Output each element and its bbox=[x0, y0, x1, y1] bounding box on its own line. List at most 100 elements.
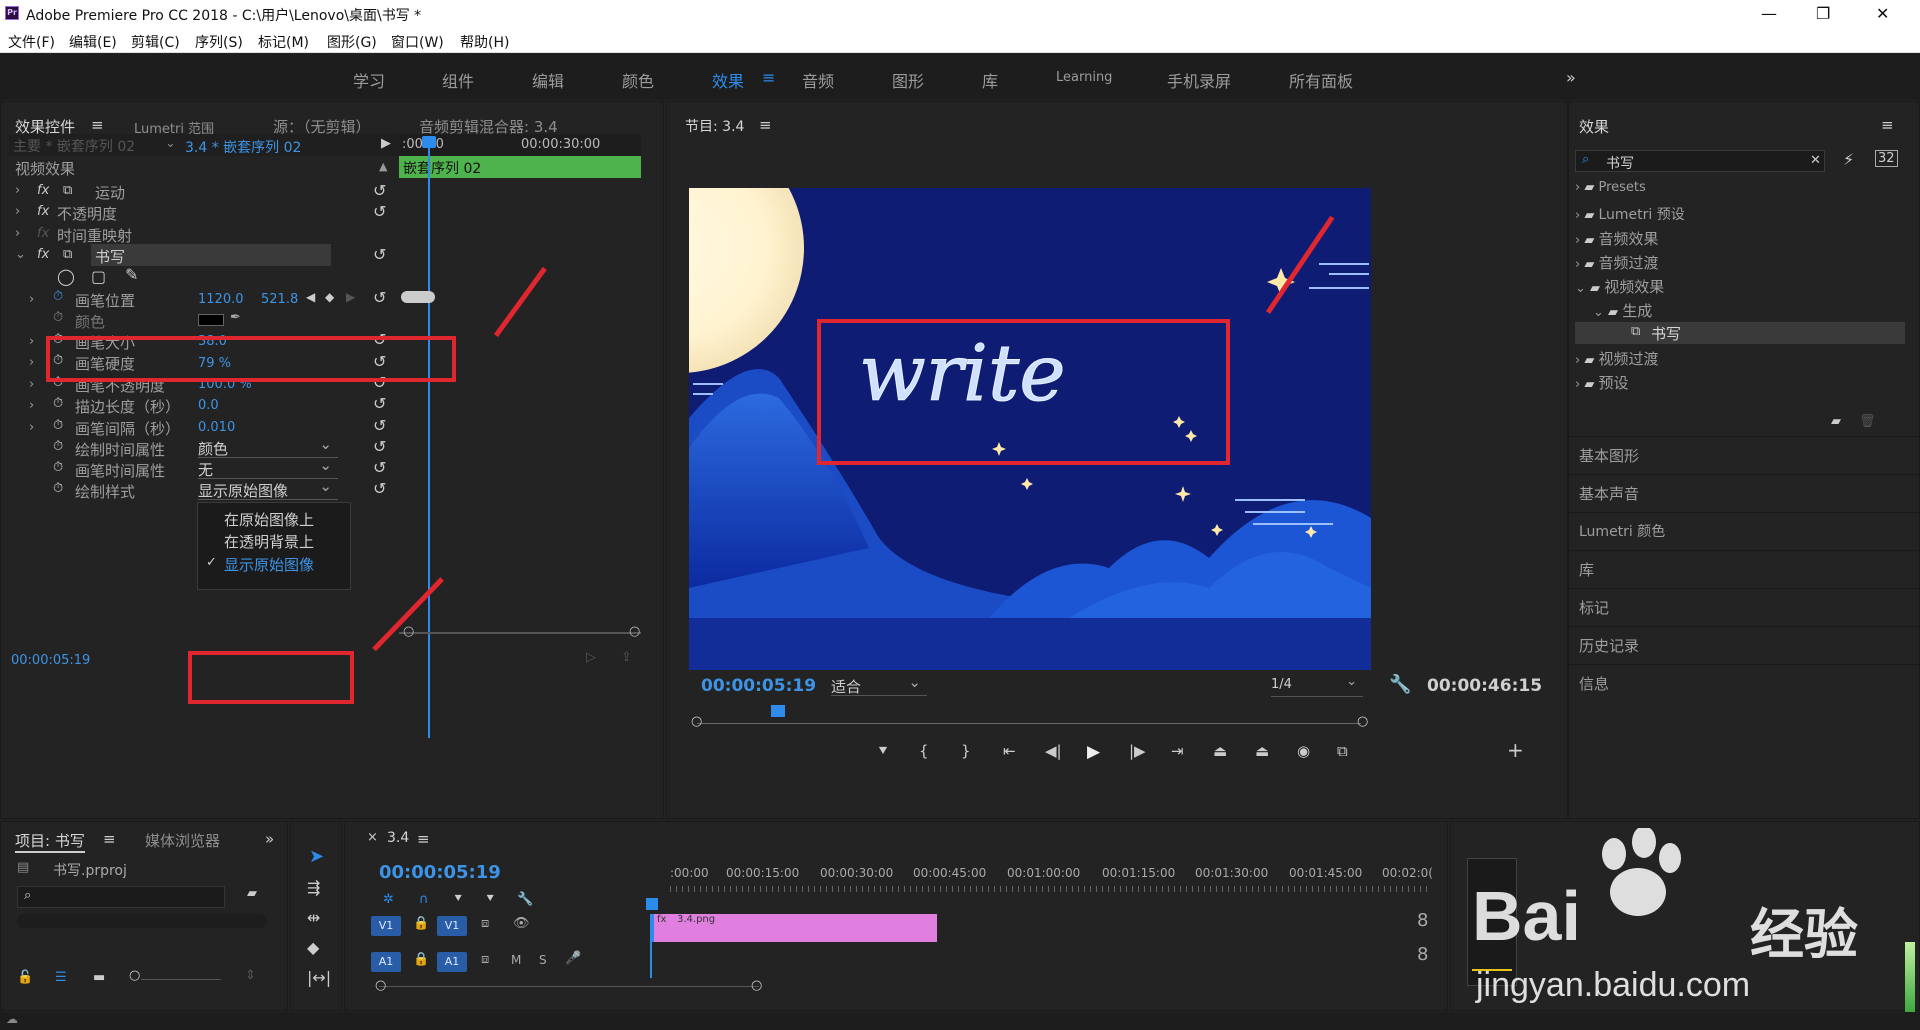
scroll-left-handle[interactable]: ○ bbox=[375, 978, 386, 993]
workspace-libraries[interactable]: 库 bbox=[982, 68, 998, 92]
fit-select[interactable]: 适合 bbox=[831, 673, 927, 696]
menu-sequence[interactable]: 序列(S) bbox=[195, 32, 243, 52]
lift-icon[interactable]: ⏏ bbox=[1213, 742, 1227, 760]
lock-icon[interactable]: 🔓 bbox=[17, 970, 33, 985]
sort-icon[interactable]: ⇕ bbox=[245, 968, 256, 983]
stopwatch-icon[interactable]: ⏱ bbox=[53, 481, 63, 496]
timeline-clip[interactable]: fx 3.4.png bbox=[651, 914, 937, 942]
slip-tool-icon[interactable]: |↔| bbox=[307, 968, 331, 987]
mark-in-icon[interactable]: { bbox=[919, 742, 929, 760]
menu-graphics[interactable]: 图形(G) bbox=[327, 32, 377, 52]
workspace-all-panels[interactable]: 所有面板 bbox=[1289, 68, 1353, 92]
extract-icon[interactable]: ⏏ bbox=[1255, 742, 1269, 760]
chevron-down-icon[interactable]: ⌄ bbox=[165, 136, 176, 151]
panel-info[interactable]: 信息 bbox=[1569, 664, 1920, 700]
track-source-a1[interactable]: A1 bbox=[371, 952, 401, 972]
effect-opacity[interactable]: 不透明度 bbox=[57, 203, 117, 224]
stopwatch-icon[interactable]: ⏱ bbox=[53, 289, 63, 304]
stopwatch-icon[interactable]: ⏱ bbox=[53, 418, 63, 433]
effect-controls-timecode[interactable]: 00:00:05:19 bbox=[11, 653, 90, 668]
ripple-edit-tool-icon[interactable]: ⇹ bbox=[307, 908, 320, 927]
pen-mask-icon[interactable]: ✎ bbox=[125, 265, 138, 284]
menu-edit[interactable]: 编辑(E) bbox=[69, 32, 117, 52]
mark-out-icon[interactable]: } bbox=[961, 742, 971, 760]
sync-lock-icon[interactable]: ⧈ bbox=[481, 952, 489, 967]
selection-tool-icon[interactable]: ➤ bbox=[309, 846, 324, 867]
comparison-view-icon[interactable]: ⧉ bbox=[1337, 742, 1348, 760]
go-to-out-icon[interactable]: ⇥ bbox=[1171, 742, 1184, 760]
prev-keyframe-icon[interactable]: ◀ bbox=[306, 290, 315, 304]
resolution-select[interactable]: 1/4 bbox=[1271, 674, 1363, 697]
workspace-color[interactable]: 颜色 bbox=[622, 68, 654, 92]
program-timecode[interactable]: 00:00:05:19 bbox=[701, 676, 816, 696]
trash-icon[interactable]: 🗑 bbox=[1859, 414, 1876, 429]
panel-menu-icon[interactable]: ≡ bbox=[417, 830, 430, 848]
stroke-length-value[interactable]: 0.0 bbox=[198, 398, 219, 413]
eyedropper-icon[interactable]: ✒ bbox=[230, 310, 241, 325]
overflow-icon[interactable]: » bbox=[265, 830, 274, 848]
menu-marker[interactable]: 标记(M) bbox=[258, 32, 309, 52]
brush-time-props-select[interactable]: 无 bbox=[198, 456, 338, 479]
effects-panel-title[interactable]: 效果 bbox=[1579, 116, 1609, 137]
lock-icon[interactable]: 🔒 bbox=[413, 916, 429, 931]
reset-icon[interactable]: ↺ bbox=[373, 202, 386, 221]
maximize-icon[interactable]: ❐ bbox=[1816, 4, 1830, 23]
color-swatch[interactable] bbox=[198, 314, 224, 326]
scrub-left-handle[interactable]: ○ bbox=[691, 714, 702, 729]
tree-item[interactable]: › ▰ 视频过渡 bbox=[1575, 348, 1659, 369]
panel-menu-icon[interactable]: ≡ bbox=[1881, 116, 1894, 134]
snap-icon[interactable]: ✲ bbox=[383, 892, 394, 907]
menu-file[interactable]: 文件(F) bbox=[8, 32, 55, 52]
close-tab-icon[interactable]: × bbox=[367, 830, 378, 845]
tab-project[interactable]: 项目: 书写 bbox=[15, 830, 85, 853]
expand-chevron-icon[interactable]: › bbox=[29, 355, 34, 370]
zoom-slider-track[interactable] bbox=[141, 979, 221, 980]
keyframe-cluster[interactable] bbox=[401, 291, 435, 303]
export-icon[interactable]: ⇪ bbox=[621, 650, 632, 665]
list-view-icon[interactable]: ☰ bbox=[55, 970, 67, 985]
panel-markers[interactable]: 标记 bbox=[1569, 588, 1920, 624]
minimize-icon[interactable]: — bbox=[1761, 4, 1777, 23]
timeline-ruler[interactable]: :00:00 00:00:15:00 00:00:30:00 00:00:45:… bbox=[670, 852, 1433, 898]
effects-search-box[interactable]: ⌕ 书写 ✕ bbox=[1575, 150, 1825, 172]
lock-icon[interactable]: 🔒 bbox=[413, 952, 429, 967]
workspace-assembly[interactable]: 组件 bbox=[442, 68, 474, 92]
sync-lock-icon[interactable]: ⧈ bbox=[481, 916, 489, 931]
collapse-chevron-icon[interactable]: ⌄ bbox=[15, 247, 26, 262]
tree-item[interactable]: › ▰ 音频效果 bbox=[1575, 228, 1659, 249]
panel-menu-icon[interactable]: ≡ bbox=[103, 830, 116, 848]
reset-icon[interactable]: ↺ bbox=[373, 416, 386, 435]
timeline-timecode[interactable]: 00:00:05:19 bbox=[379, 862, 501, 883]
icon-view-icon[interactable]: ▬ bbox=[93, 970, 105, 985]
play-icon[interactable]: ▶ bbox=[1087, 742, 1100, 762]
panel-essential-graphics[interactable]: 基本图形 bbox=[1569, 436, 1920, 472]
effects-search-input[interactable]: 书写 bbox=[1606, 153, 1634, 173]
tree-item-selected[interactable]: ⧉ 书写 bbox=[1575, 322, 1905, 344]
track-target-a1[interactable]: A1 bbox=[437, 952, 467, 972]
stopwatch-icon[interactable]: ⏱ bbox=[53, 396, 63, 411]
reset-icon[interactable]: ↺ bbox=[373, 288, 386, 307]
32bit-effects-icon[interactable]: 32 bbox=[1875, 150, 1898, 167]
new-bin-icon[interactable]: ▰ bbox=[1831, 414, 1841, 429]
tab-menu-icon[interactable]: ≡ bbox=[91, 116, 104, 134]
timeline-h-scrollbar[interactable] bbox=[379, 986, 759, 987]
project-scrollbar[interactable] bbox=[17, 914, 267, 928]
stopwatch-icon[interactable]: ⏱ bbox=[53, 439, 63, 454]
workspace-audio[interactable]: 音频 bbox=[802, 68, 834, 92]
menu-help[interactable]: 帮助(H) bbox=[460, 32, 509, 52]
reset-icon[interactable]: ↺ bbox=[373, 245, 386, 264]
export-frame-icon[interactable]: ◉ bbox=[1297, 742, 1310, 760]
marker-icon[interactable]: ⯆ bbox=[485, 892, 495, 907]
ellipse-mask-icon[interactable]: ◯ bbox=[57, 267, 75, 286]
workspace-overflow-icon[interactable]: » bbox=[1566, 68, 1576, 87]
close-icon[interactable]: ✕ bbox=[1876, 4, 1889, 23]
add-marker-icon[interactable]: ⯆ bbox=[453, 892, 463, 907]
timeline-sequence-tab[interactable]: 3.4 bbox=[387, 830, 409, 846]
track-select-tool-icon[interactable]: ⇶ bbox=[307, 878, 320, 897]
scroll-right-handle[interactable]: ○ bbox=[629, 624, 640, 639]
stopwatch-icon[interactable]: ⏱ bbox=[53, 310, 63, 325]
stopwatch-icon[interactable]: ⏱ bbox=[53, 460, 63, 475]
button-editor-plus-icon[interactable]: + bbox=[1507, 738, 1524, 762]
paint-style-select[interactable]: 显示原始图像 bbox=[198, 477, 338, 500]
workspace-learning[interactable]: Learning bbox=[1056, 70, 1112, 85]
